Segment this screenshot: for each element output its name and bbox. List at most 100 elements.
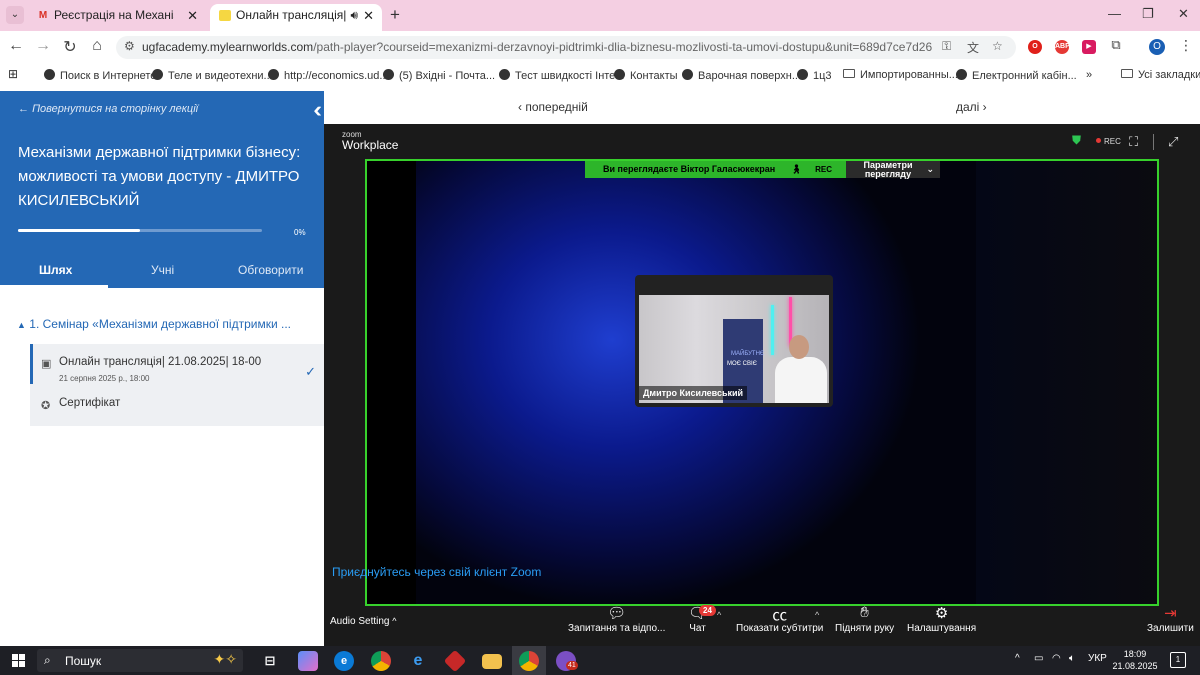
captions-button[interactable]: ㏄ Показати субтитри (736, 604, 823, 634)
home-icon[interactable]: ⌂ (87, 37, 107, 55)
forward-icon[interactable]: → (33, 37, 53, 55)
site-info-icon[interactable]: ⚙ (124, 39, 135, 53)
opera-icon[interactable]: O (1028, 40, 1042, 54)
bookmark-folder[interactable]: Импортированны... (843, 69, 958, 81)
password-key-icon[interactable]: ⚿ (942, 39, 951, 54)
captions-caret-icon[interactable]: ^ (815, 610, 819, 620)
restore-icon[interactable]: ❐ (1142, 6, 1154, 22)
raise-hand-button[interactable]: ✋︎ Підняти руку (835, 604, 894, 634)
qa-button[interactable]: 💬︎ Запитання та відпо... (568, 604, 665, 634)
collapse-sidebar-icon[interactable]: ‹‹ (313, 97, 321, 123)
bookmark-item[interactable]: http://economics.ud... (268, 69, 389, 82)
more-bookmarks-icon[interactable]: » (1086, 69, 1092, 81)
bookmark-item[interactable]: Варочная поверхн... (682, 69, 801, 82)
zoom-web-client: zoom Workplace ⛊ REC ⛶ ⤢ Ви переглядаєте… (324, 124, 1200, 646)
menu-kebab-icon[interactable]: ⋮ (1176, 37, 1196, 54)
bookmark-item[interactable]: Тест швидкості Інте... (499, 69, 624, 82)
progress-percent: 0% (294, 228, 306, 237)
view-layout-icon[interactable]: ⛶ (1129, 134, 1138, 150)
bookmark-star-icon[interactable]: ☆ (992, 39, 1003, 53)
all-bookmarks-folder[interactable]: Усі закладки (1121, 69, 1200, 81)
video-camera-icon: ▣ (41, 358, 52, 370)
lesson-navigation: ‹ попередній далі › (324, 91, 1200, 124)
reload-icon[interactable]: ↻ (60, 37, 80, 57)
speaker-icon[interactable]: 🔊︎ (350, 4, 358, 27)
windows-taskbar: ⌕ Пошук ✦✧ ⊟ e e 41 ^ ▭ ◠ 🔈︎ УКР 18:09 2… (0, 646, 1200, 675)
bookmark-item[interactable]: 1ц3 (797, 69, 832, 82)
walking-person-icon: 🚶︎ (790, 164, 802, 174)
gmail-icon: M (38, 10, 48, 21)
chat-caret-icon[interactable]: ^ (717, 610, 721, 620)
speaker-video-tile[interactable]: МАЙБУТНЄ МОЄ СВІЄ Дмитро Кисилевський (635, 275, 833, 407)
speaker-name-label: Дмитро Кисилевський (639, 386, 748, 400)
bookmark-item[interactable]: Контакты (614, 69, 678, 82)
notifications-icon[interactable]: 1 (1170, 652, 1186, 668)
chrome-icon[interactable] (371, 651, 391, 671)
close-tab-icon[interactable]: ✕ (187, 4, 198, 27)
browser-tab-active[interactable]: Онлайн трансляція| 21.08.2 🔊︎ ✕ (210, 4, 382, 31)
fullscreen-icon[interactable]: ⤢ (1168, 134, 1178, 150)
apps-grid-icon[interactable]: ⊞ (8, 67, 18, 81)
viewing-share-banner: Ви переглядаєте Віктор Галасюкекран 🚶︎ R… (585, 161, 846, 178)
close-window-icon[interactable]: ✕ (1178, 6, 1189, 22)
task-view-icon[interactable]: ⊟ (260, 651, 280, 671)
video-ext-icon[interactable]: ▶ (1082, 40, 1096, 54)
certificate-link[interactable]: Сертифікат (59, 397, 120, 409)
new-tab-button[interactable]: + (390, 5, 400, 25)
shield-icon[interactable]: ⛊ (1072, 133, 1081, 148)
profile-avatar[interactable]: O (1149, 39, 1165, 55)
join-with-zoom-client-link[interactable]: Приєднуйтесь через свій клієнт Zoom (332, 565, 541, 579)
translate-icon[interactable]: 文 (967, 39, 979, 56)
tab-search-dropdown-icon[interactable]: ⌄ (6, 6, 24, 24)
tab-discuss[interactable]: Обговорити (238, 263, 303, 277)
language-indicator[interactable]: УКР (1088, 653, 1107, 664)
checkmark-icon: ✓ (305, 364, 316, 379)
battery-icon[interactable]: ▭ (1034, 653, 1043, 664)
course-progress-bar (18, 229, 262, 232)
course-outline: ▲ 1. Семінар «Механізми державної підтри… (0, 288, 324, 646)
chevron-down-icon: ⌄ (926, 164, 934, 174)
shared-screen-margin (976, 161, 1157, 604)
volume-icon[interactable]: 🔈︎ (1069, 653, 1075, 664)
next-button[interactable]: далі › (956, 100, 987, 114)
previous-button[interactable]: ‹ попередній (518, 100, 588, 114)
lesson-list: ▣ Онлайн трансляція| 21.08.2025| 18-00 2… (30, 344, 324, 426)
neon-light (771, 305, 774, 355)
tray-overflow-icon[interactable]: ^ (1015, 653, 1020, 664)
certificate-icon: ✪ (41, 400, 51, 412)
clock[interactable]: 18:09 21.08.2025 (1110, 648, 1160, 672)
section-title[interactable]: ▲ 1. Семінар «Механізми державної підтри… (17, 317, 291, 331)
mylearnworlds-icon (219, 10, 231, 21)
audio-setting-button[interactable]: Audio Setting ^ (330, 616, 397, 627)
speaker-figure (775, 357, 827, 403)
browser-tab-gmail[interactable]: M Реєстрація на Механізми держ ✕ (28, 4, 206, 31)
internet-explorer-icon[interactable]: e (408, 651, 428, 671)
back-icon[interactable]: ← (6, 37, 26, 55)
address-bar[interactable]: ⚙ ugfacademy.mylearnworlds.com/path-play… (116, 36, 1016, 59)
course-sidebar-header: ← Повернутися на сторінку лекції ‹‹ Меха… (0, 91, 324, 288)
file-explorer-icon[interactable] (482, 654, 502, 669)
edge-icon[interactable]: e (334, 651, 354, 671)
bookmark-item[interactable]: Поиск в Интернете (44, 69, 156, 82)
windows-start-icon[interactable] (12, 654, 25, 667)
back-to-lecture-link[interactable]: ← Повернутися на сторінку лекції (18, 103, 198, 115)
bookmark-item[interactable]: Теле и видеотехни... (152, 69, 273, 82)
tab-students[interactable]: Учні (151, 263, 174, 277)
antivirus-icon[interactable] (443, 649, 467, 673)
extensions-puzzle-icon[interactable]: ⧉ (1106, 37, 1126, 53)
adblock-icon[interactable]: ABP (1055, 40, 1070, 54)
bookmark-item[interactable]: Електронний кабін... (956, 69, 1077, 82)
minimize-icon[interactable]: — (1108, 6, 1121, 21)
url-text[interactable]: ugfacademy.mylearnworlds.com/path-player… (142, 40, 932, 54)
settings-button[interactable]: ⚙ Налаштування (907, 604, 976, 634)
copilot-icon[interactable] (298, 651, 318, 671)
leave-button[interactable]: ⇥ Залишити (1147, 604, 1194, 634)
bookmark-item[interactable]: (5) Вхідні - Почта... (383, 69, 495, 82)
taskbar-search[interactable]: ⌕ Пошук ✦✧ (37, 649, 243, 672)
network-icon[interactable]: ◠ (1052, 653, 1061, 664)
view-options-button[interactable]: Параметри перегляду ⌄ (846, 161, 940, 179)
tab-path[interactable]: Шлях (39, 263, 72, 277)
chrome-active-icon[interactable] (519, 651, 539, 671)
close-tab-icon[interactable]: ✕ (363, 4, 374, 27)
lesson-title[interactable]: Онлайн трансляція| 21.08.2025| 18-00 (59, 356, 261, 368)
